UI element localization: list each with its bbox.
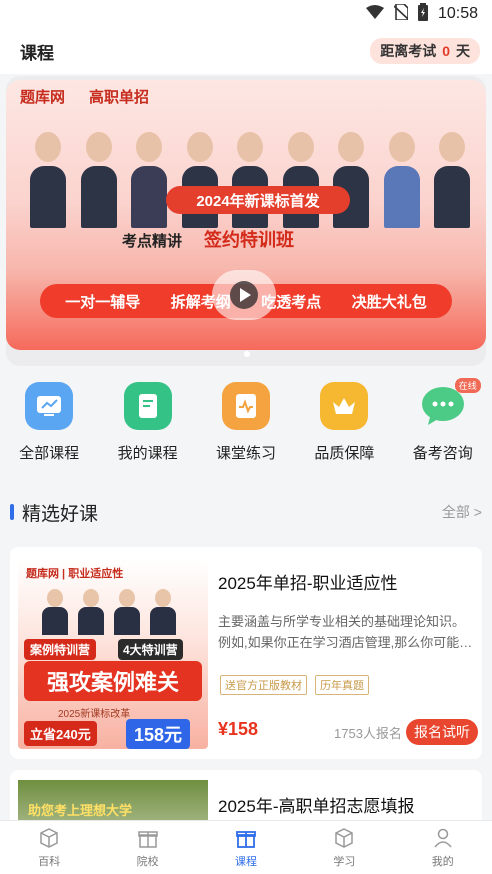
course-price: ¥158: [218, 719, 259, 739]
crown-icon: [320, 382, 369, 430]
teacher-figure: [80, 132, 117, 232]
battery-icon: [417, 2, 428, 26]
thumb-tag: 4大特训营: [118, 639, 183, 660]
section-title: 精选好课: [22, 503, 99, 525]
course-card[interactable]: 题库网 | 职业适应性 案例特训营 4大特训营 强攻案例难关 2025新课标改革…: [10, 547, 482, 759]
quick-nav-label: 课堂练习: [215, 445, 276, 462]
quick-nav-label: 我的课程: [117, 445, 178, 462]
exam-countdown-unit: 天: [456, 43, 470, 59]
app-header: 课程 距离考试 0 天: [0, 28, 492, 74]
enroll-trial-button[interactable]: 报名试听: [406, 719, 478, 745]
banner-carousel[interactable]: 题库网 高职单招 2024年新课标首发 考点精讲 签约特训班 一对一辅导 拆解考…: [6, 76, 486, 366]
banner-brand-left: 题库网: [20, 89, 66, 106]
gift-icon: [137, 830, 158, 848]
play-icon: [230, 281, 258, 309]
exam-countdown-label: 距离考试: [380, 43, 437, 59]
tab-label: 院校: [136, 855, 159, 868]
section-header: 精选好课 全部 >: [10, 497, 482, 527]
course-title[interactable]: 2025年-高职单招志愿填报: [218, 792, 414, 817]
document-icon: [123, 382, 172, 430]
no-sim-icon: [393, 2, 409, 25]
cube-icon: [40, 827, 58, 848]
thumb-teachers-image: [42, 589, 176, 635]
tab-colleges[interactable]: 院校: [108, 827, 188, 869]
teacher-figure: [232, 132, 268, 232]
course-description-line: 例如,如果你正在学习酒店管理,那么你可能…: [218, 635, 473, 650]
banner-teachers-image: [30, 120, 470, 232]
quick-nav-consult[interactable]: 在线 备考咨询: [397, 378, 489, 472]
gift-icon: [236, 830, 256, 848]
pulse-doc-icon: [221, 382, 270, 430]
user-icon: [434, 828, 452, 847]
teacher-figure: [333, 132, 369, 232]
thumb-brand: 题库网 | 职业适应性: [26, 568, 124, 580]
tab-encyclopedia[interactable]: 百科: [9, 827, 89, 869]
course-thumbnail[interactable]: 题库网 | 职业适应性 案例特训营 4大特训营 强攻案例难关 2025新课标改革…: [18, 559, 208, 749]
quick-nav-my-courses[interactable]: 我的课程: [102, 382, 194, 472]
teacher-figure: [282, 132, 319, 232]
teacher-figure: [30, 132, 66, 232]
tab-study[interactable]: 学习: [304, 827, 384, 869]
quick-nav-label: 备考咨询: [412, 445, 473, 462]
bottom-tab-bar: 百科 院校 课程 学习 我的: [0, 820, 492, 874]
course-tag: 送官方正版教材: [220, 675, 307, 695]
exam-countdown-days: 0: [442, 43, 450, 59]
course-tag: 历年真题: [315, 675, 369, 695]
banner-brand-right: 高职单招: [89, 89, 150, 106]
teacher-figure: [434, 132, 470, 232]
course-description-line: 主要涵盖与所学专业相关的基础理论知识。: [218, 614, 466, 629]
quick-nav-practice[interactable]: 课堂练习: [200, 382, 292, 472]
page-title: 课程: [20, 43, 54, 63]
cube-icon: [335, 827, 354, 848]
tab-courses[interactable]: 课程: [206, 827, 286, 869]
enroll-count: 1753人报名: [334, 726, 402, 741]
play-button[interactable]: [212, 270, 276, 320]
banner-feature: 决胜大礼包: [351, 293, 427, 311]
section-accent-bar: [10, 504, 14, 520]
tab-label: 课程: [234, 855, 257, 868]
course-title[interactable]: 2025年单招-职业适应性: [218, 569, 397, 594]
view-all-link[interactable]: 全部 >: [442, 502, 482, 522]
tab-label: 百科: [38, 855, 61, 868]
thumb-tag: 案例特训营: [24, 639, 97, 660]
banner-slide[interactable]: 题库网 高职单招 2024年新课标首发 考点精讲 签约特训班 一对一辅导 拆解考…: [6, 80, 486, 350]
status-bar: 10:58: [0, 0, 492, 28]
tab-label: 我的: [431, 855, 454, 868]
quick-nav-quality[interactable]: 品质保障: [298, 382, 390, 472]
teacher-figure: [131, 132, 167, 232]
chart-screen-icon: [25, 382, 74, 430]
teacher-figure: [181, 132, 218, 232]
quick-nav-all-courses[interactable]: 全部课程: [3, 382, 95, 472]
teacher-figure: [383, 132, 420, 232]
thumb-subline: 2025新课标改革: [58, 709, 131, 720]
wifi-icon: [365, 4, 384, 24]
tab-me[interactable]: 我的: [403, 827, 483, 869]
quick-nav-label: 全部课程: [19, 445, 80, 462]
quick-nav: 全部课程 我的课程 课堂练习 品质保障 在线 备考咨询: [0, 378, 492, 472]
quick-nav-label: 品质保障: [314, 445, 375, 462]
thumb-price: 158元: [126, 719, 191, 749]
banner-pill: 2024年新课标首发: [166, 186, 350, 214]
banner-subtitle: 考点精讲 签约特训班: [122, 226, 294, 252]
exam-countdown-badge[interactable]: 距离考试 0 天: [370, 38, 480, 64]
thumb-saving: 立省240元: [24, 721, 97, 746]
online-badge: 在线: [454, 378, 481, 393]
banner-subtitle-b: 签约特训班: [204, 230, 295, 250]
banner-brand: 题库网 高职单招: [20, 86, 149, 107]
thumb-overlay-text: 助您考上理想大学: [28, 803, 133, 818]
clock: 10:58: [437, 5, 478, 22]
thumb-headline: 强攻案例难关: [24, 661, 202, 701]
tab-label: 学习: [333, 855, 356, 868]
course-tags: 送官方正版教材 历年真题: [220, 675, 369, 695]
banner-subtitle-a: 考点精讲: [122, 233, 183, 250]
banner-feature: 一对一辅导: [65, 293, 141, 311]
carousel-indicator: [244, 351, 250, 357]
course-description: 主要涵盖与所学专业相关的基础理论知识。 例如,如果你正在学习酒店管理,那么你可能…: [218, 611, 474, 653]
